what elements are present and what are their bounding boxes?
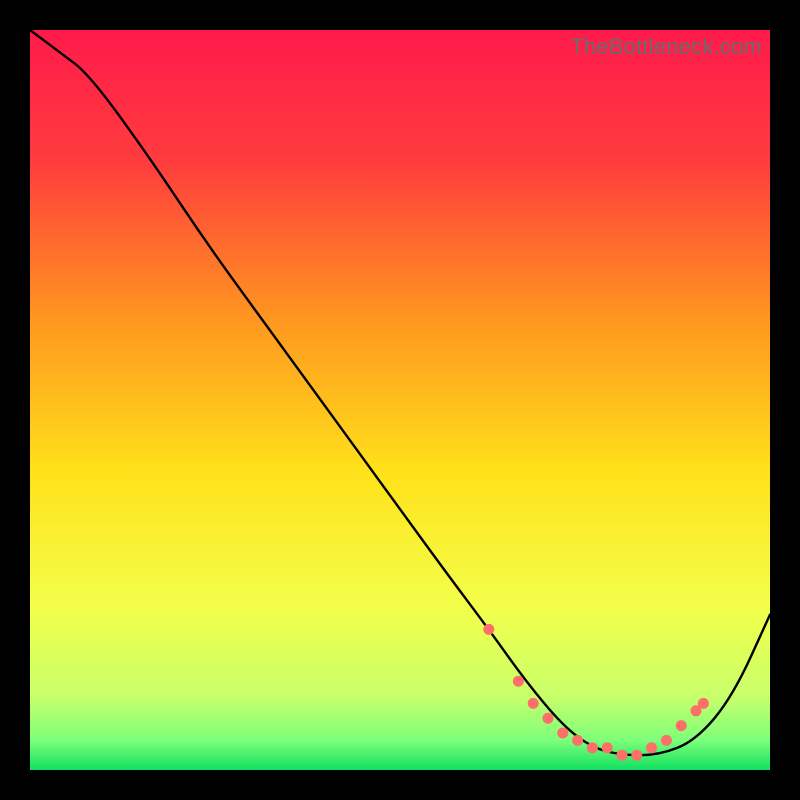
marker-dot [557, 728, 568, 739]
marker-dot [513, 676, 524, 687]
marker-dot [661, 735, 672, 746]
marker-dot [528, 698, 539, 709]
chart-frame: TheBottleneck.com [30, 30, 770, 770]
marker-dot [572, 735, 583, 746]
watermark-text: TheBottleneck.com [570, 34, 762, 60]
marker-dot [676, 720, 687, 731]
marker-dot [602, 742, 613, 753]
chart-canvas [30, 30, 770, 770]
marker-dot [483, 624, 494, 635]
marker-dot [617, 750, 628, 761]
marker-dot [587, 742, 598, 753]
gradient-background [30, 30, 770, 770]
marker-dot [646, 742, 657, 753]
marker-dot [698, 698, 709, 709]
marker-dot [543, 713, 554, 724]
marker-dot [631, 750, 642, 761]
